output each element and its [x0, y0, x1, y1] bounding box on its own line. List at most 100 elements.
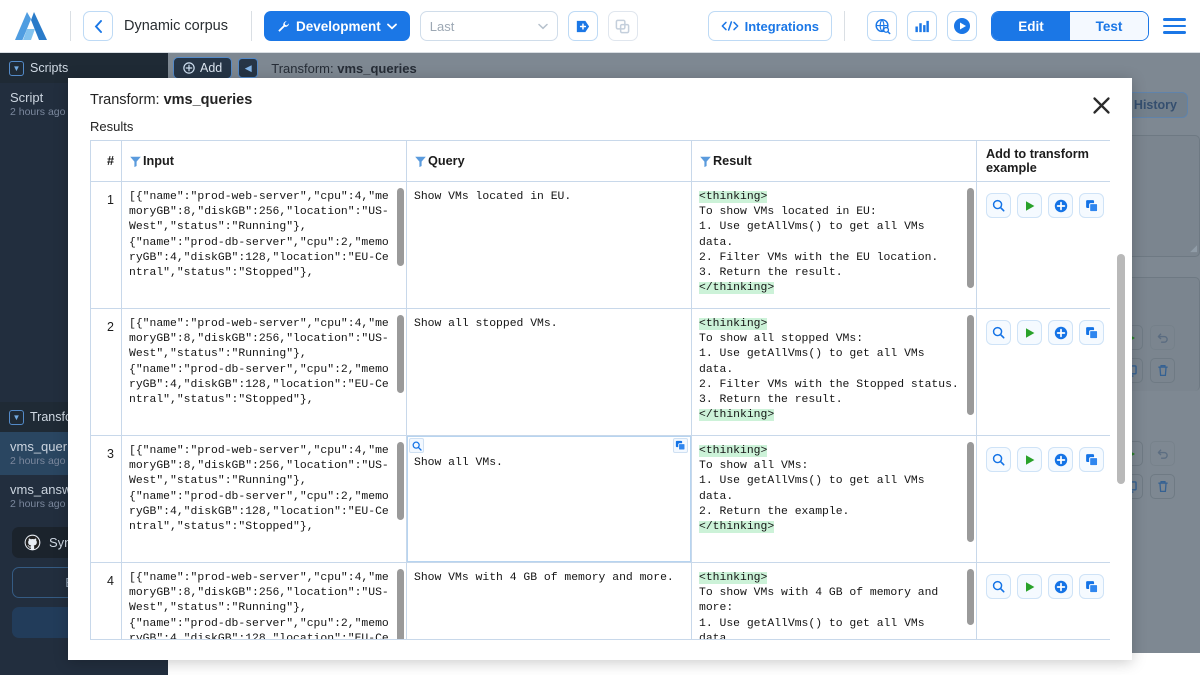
- magnifier-icon: [992, 199, 1005, 212]
- thinking-open-tag: <thinking>: [699, 191, 767, 203]
- column-header-num: #: [91, 141, 122, 181]
- plus-circle-icon: [1054, 199, 1068, 213]
- result-text: <thinking> To show VMs with 4 GB of memo…: [692, 563, 976, 640]
- duplicate-icon: [1085, 326, 1099, 340]
- close-icon[interactable]: [1088, 92, 1114, 118]
- query-cell[interactable]: Show all stopped VMs.: [407, 309, 692, 435]
- duplicate-button[interactable]: [1079, 447, 1104, 472]
- query-cell[interactable]: Show VMs located in EU.: [407, 182, 692, 308]
- play-icon: [1024, 200, 1036, 212]
- table-row: 4 [{"name":"prod-web-server","cpu":4,"me…: [91, 563, 1110, 640]
- result-body: To show all stopped VMs: 1. Use getAllVm…: [699, 333, 959, 406]
- thinking-open-tag: <thinking>: [699, 318, 767, 330]
- app-root: Dynamic corpus Development Last: [0, 0, 1200, 675]
- copy-cell-button[interactable]: [673, 438, 688, 453]
- input-cell[interactable]: [{"name":"prod-web-server","cpu":4,"memo…: [122, 182, 407, 308]
- duplicate-button[interactable]: [1079, 193, 1104, 218]
- result-cell[interactable]: <thinking> To show VMs with 4 GB of memo…: [692, 563, 977, 640]
- table-row: 2 [{"name":"prod-web-server","cpu":4,"me…: [91, 309, 1110, 436]
- row-number: 4: [91, 563, 122, 640]
- close-x-icon: [1092, 96, 1111, 115]
- run-button[interactable]: [1017, 574, 1042, 599]
- result-body: To show VMs with 4 GB of memory and more…: [699, 587, 945, 640]
- duplicate-icon: [1085, 580, 1099, 594]
- result-text: <thinking> To show all stopped VMs: 1. U…: [692, 309, 976, 431]
- add-actions-cell: [977, 563, 1110, 640]
- row-number: 3: [91, 436, 122, 562]
- add-actions-cell: [977, 182, 1110, 308]
- thinking-close-tag: </thinking>: [699, 409, 774, 421]
- input-text: [{"name":"prod-web-server","cpu":4,"memo…: [122, 563, 406, 640]
- inspect-cell-button[interactable]: [409, 438, 424, 453]
- query-text: Show all VMs.: [407, 436, 691, 479]
- run-button[interactable]: [1017, 320, 1042, 345]
- magnifier-icon: [412, 441, 422, 451]
- column-header-result[interactable]: Result: [692, 141, 977, 181]
- inspect-button[interactable]: [986, 574, 1011, 599]
- cell-scrollbar[interactable]: [397, 442, 404, 520]
- results-table: # Input Query Result: [90, 140, 1110, 640]
- cell-scrollbar[interactable]: [967, 188, 974, 288]
- cell-scrollbar[interactable]: [397, 188, 404, 266]
- column-header-input[interactable]: Input: [122, 141, 407, 181]
- table-row: 3 [{"name":"prod-web-server","cpu":4,"me…: [91, 436, 1110, 563]
- cell-scrollbar[interactable]: [397, 315, 404, 393]
- add-example-button[interactable]: [1048, 447, 1073, 472]
- add-actions-cell: [977, 309, 1110, 435]
- query-cell[interactable]: Show VMs with 4 GB of memory and more.: [407, 563, 692, 640]
- column-header-result-label: Result: [713, 154, 752, 168]
- transform-results-modal: Transform: vms_queries Results # Input: [68, 78, 1132, 660]
- modal-scrollbar[interactable]: [1117, 254, 1125, 484]
- table-row: 1 [{"name":"prod-web-server","cpu":4,"me…: [91, 182, 1110, 309]
- row-number: 1: [91, 182, 122, 308]
- cell-scrollbar[interactable]: [967, 569, 974, 625]
- plus-circle-icon: [1054, 580, 1068, 594]
- play-icon: [1024, 327, 1036, 339]
- duplicate-button[interactable]: [1079, 574, 1104, 599]
- inspect-button[interactable]: [986, 320, 1011, 345]
- inspect-button[interactable]: [986, 193, 1011, 218]
- result-cell[interactable]: <thinking> To show all VMs: 1. Use getAl…: [692, 436, 977, 562]
- input-cell[interactable]: [{"name":"prod-web-server","cpu":4,"memo…: [122, 563, 407, 640]
- result-cell[interactable]: <thinking> To show all stopped VMs: 1. U…: [692, 309, 977, 435]
- plus-circle-icon: [1054, 453, 1068, 467]
- cell-scrollbar[interactable]: [967, 442, 974, 542]
- input-text: [{"name":"prod-web-server","cpu":4,"memo…: [122, 182, 406, 289]
- result-body: To show all VMs: 1. Use getAllVms() to g…: [699, 460, 931, 518]
- play-icon: [1024, 454, 1036, 466]
- input-cell[interactable]: [{"name":"prod-web-server","cpu":4,"memo…: [122, 309, 407, 435]
- filter-funnel-icon[interactable]: [699, 155, 712, 168]
- row-number: 2: [91, 309, 122, 435]
- play-icon: [1024, 581, 1036, 593]
- table-header-row: # Input Query Result: [91, 141, 1110, 182]
- magnifier-icon: [992, 326, 1005, 339]
- inspect-button[interactable]: [986, 447, 1011, 472]
- column-header-query[interactable]: Query: [407, 141, 692, 181]
- result-cell[interactable]: <thinking> To show VMs located in EU: 1.…: [692, 182, 977, 308]
- result-text: <thinking> To show VMs located in EU: 1.…: [692, 182, 976, 304]
- plus-circle-icon: [1054, 326, 1068, 340]
- run-button[interactable]: [1017, 447, 1042, 472]
- duplicate-button[interactable]: [1079, 320, 1104, 345]
- cell-scrollbar[interactable]: [397, 569, 404, 640]
- query-cell[interactable]: Show all VMs.: [407, 436, 692, 562]
- run-button[interactable]: [1017, 193, 1042, 218]
- input-cell[interactable]: [{"name":"prod-web-server","cpu":4,"memo…: [122, 436, 407, 562]
- add-example-button[interactable]: [1048, 574, 1073, 599]
- add-example-button[interactable]: [1048, 193, 1073, 218]
- magnifier-icon: [992, 453, 1005, 466]
- modal-title-name: vms_queries: [164, 92, 253, 108]
- duplicate-icon: [1085, 453, 1099, 467]
- query-text: Show VMs located in EU.: [407, 182, 691, 213]
- column-header-input-label: Input: [143, 154, 174, 168]
- cell-scrollbar[interactable]: [967, 315, 974, 415]
- filter-funnel-icon[interactable]: [414, 155, 427, 168]
- add-actions-cell: [977, 436, 1110, 562]
- thinking-open-tag: <thinking>: [699, 445, 767, 457]
- filter-funnel-icon[interactable]: [129, 155, 142, 168]
- add-example-button[interactable]: [1048, 320, 1073, 345]
- thinking-close-tag: </thinking>: [699, 521, 774, 533]
- result-text: <thinking> To show all VMs: 1. Use getAl…: [692, 436, 976, 543]
- query-text: Show VMs with 4 GB of memory and more.: [407, 563, 691, 594]
- thinking-close-tag: </thinking>: [699, 282, 774, 294]
